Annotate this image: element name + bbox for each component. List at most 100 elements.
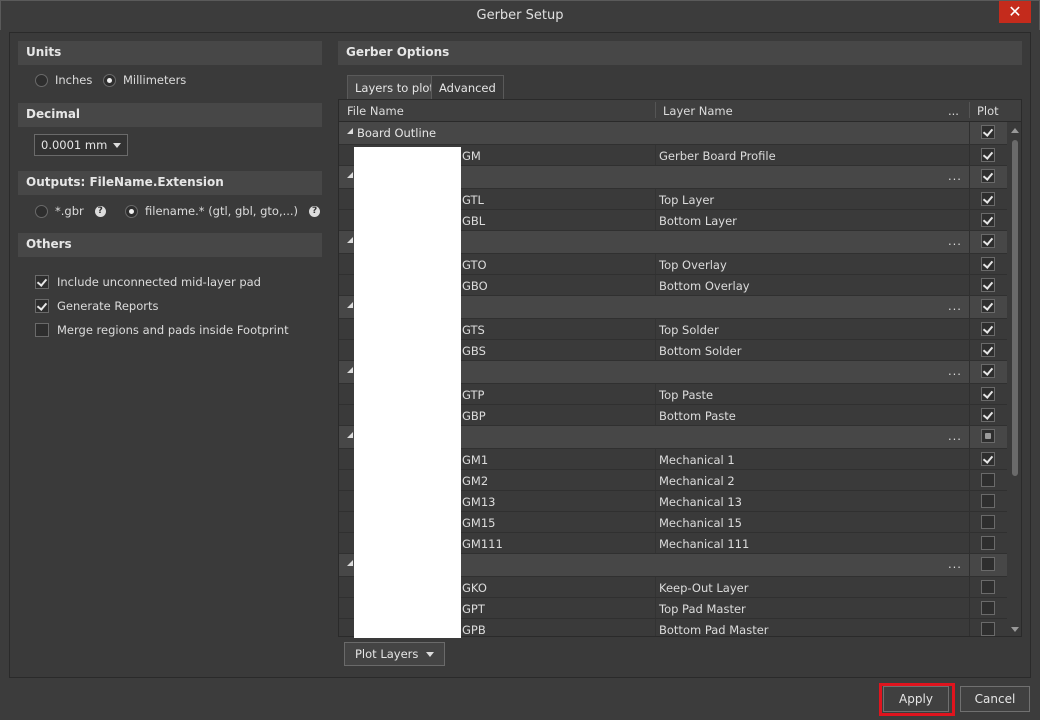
chevron-down-icon: [113, 142, 122, 148]
layer-name: Mechanical 111: [659, 537, 750, 551]
units-inches-radio[interactable]: Inches: [35, 73, 92, 87]
plot-checkbox[interactable]: [981, 387, 995, 401]
collapse-triangle-icon[interactable]: [347, 302, 353, 308]
cancel-button[interactable]: Cancel: [960, 686, 1030, 712]
layer-file-name: GBL: [462, 214, 486, 228]
dialog-body: Units Inches Millimeters Decimal 0.0001 …: [9, 32, 1031, 678]
output-filename-radio[interactable]: filename.* (gtl, gbl, gto,...) ?: [125, 204, 321, 218]
group-more[interactable]: ...: [948, 169, 962, 183]
output-gbr-radio[interactable]: *.gbr ?: [35, 204, 106, 218]
collapse-triangle-icon[interactable]: [347, 128, 353, 134]
column-divider: [655, 319, 656, 339]
plot-layers-button[interactable]: Plot Layers: [344, 642, 446, 666]
group-more[interactable]: ...: [948, 429, 962, 443]
column-file-name[interactable]: File Name: [347, 104, 404, 118]
group-plot-checkbox[interactable]: [981, 234, 995, 248]
units-header: Units: [18, 41, 322, 65]
column-divider: [969, 296, 970, 318]
include-unconnected-checkbox[interactable]: Include unconnected mid-layer pad: [35, 275, 261, 289]
tab-advanced[interactable]: Advanced: [431, 75, 504, 99]
collapse-triangle-icon[interactable]: [347, 172, 353, 178]
collapse-triangle-icon[interactable]: [347, 560, 353, 566]
group-more[interactable]: ...: [948, 234, 962, 248]
column-divider: [969, 275, 970, 295]
plot-checkbox[interactable]: [981, 343, 995, 357]
column-divider: [655, 577, 656, 597]
plot-checkbox[interactable]: [981, 473, 995, 487]
layer-file-name: GPT: [462, 602, 485, 616]
units-millimeters-radio[interactable]: Millimeters: [103, 73, 186, 87]
group-plot-checkbox[interactable]: [981, 429, 995, 443]
group-plot-checkbox[interactable]: [981, 125, 995, 139]
layer-file-name: GBO: [462, 279, 488, 293]
column-divider: [969, 166, 970, 188]
plot-checkbox[interactable]: [981, 257, 995, 271]
plot-checkbox[interactable]: [981, 278, 995, 292]
collapse-triangle-icon[interactable]: [347, 432, 353, 438]
column-divider: [969, 470, 970, 490]
layer-name: Top Paste: [659, 388, 714, 402]
vertical-scrollbar[interactable]: [1008, 122, 1021, 636]
column-divider: [655, 189, 656, 209]
column-more[interactable]: ...: [948, 104, 959, 118]
column-divider: [655, 384, 656, 404]
column-plot[interactable]: Plot: [977, 104, 999, 118]
group-plot-checkbox[interactable]: [981, 299, 995, 313]
group-plot-checkbox[interactable]: [981, 364, 995, 378]
plot-checkbox[interactable]: [981, 580, 995, 594]
plot-checkbox[interactable]: [981, 213, 995, 227]
plot-checkbox[interactable]: [981, 322, 995, 336]
layer-name: Bottom Layer: [659, 214, 737, 228]
gerber-options-header: Gerber Options: [338, 41, 1022, 65]
layer-name: Bottom Pad Master: [659, 623, 769, 637]
plot-checkbox[interactable]: [981, 408, 995, 422]
units-millimeters-label: Millimeters: [123, 73, 187, 87]
group-row[interactable]: Board Outline: [339, 122, 1007, 145]
help-icon[interactable]: ?: [309, 205, 321, 217]
grid-header: File Name Layer Name ... Plot: [339, 100, 1021, 122]
column-divider: [655, 449, 656, 469]
collapse-triangle-icon[interactable]: [347, 367, 353, 373]
tab-layers-to-plot[interactable]: Layers to plot: [347, 75, 442, 99]
column-divider: [969, 554, 970, 576]
group-more[interactable]: ...: [948, 364, 962, 378]
column-divider: [969, 491, 970, 511]
column-layer-name[interactable]: Layer Name: [663, 104, 733, 118]
apply-button[interactable]: Apply: [883, 686, 949, 712]
layer-name: Keep-Out Layer: [659, 581, 749, 595]
window-title: Gerber Setup: [476, 8, 564, 23]
scrollbar-thumb[interactable]: [1012, 140, 1018, 476]
plot-checkbox[interactable]: [981, 536, 995, 550]
plot-checkbox[interactable]: [981, 515, 995, 529]
group-plot-checkbox[interactable]: [981, 557, 995, 571]
generate-reports-checkbox[interactable]: Generate Reports: [35, 299, 158, 313]
column-divider: [655, 470, 656, 490]
column-divider: [969, 512, 970, 532]
close-icon[interactable]: ✕: [999, 1, 1031, 23]
scroll-down-icon[interactable]: [1011, 627, 1019, 632]
layer-file-name: GBP: [462, 409, 486, 423]
column-divider: [655, 254, 656, 274]
plot-checkbox[interactable]: [981, 494, 995, 508]
decimal-dropdown[interactable]: 0.0001 mm: [34, 134, 129, 156]
help-icon[interactable]: ?: [94, 205, 106, 217]
chevron-down-icon: [426, 651, 435, 657]
column-divider: [969, 533, 970, 553]
group-more[interactable]: ...: [948, 557, 962, 571]
merge-regions-checkbox[interactable]: Merge regions and pads inside Footprint: [35, 323, 289, 337]
plot-checkbox[interactable]: [981, 601, 995, 615]
decimal-header: Decimal: [18, 103, 322, 127]
layer-name: Mechanical 15: [659, 516, 742, 530]
others-header: Others: [18, 233, 322, 257]
group-plot-checkbox[interactable]: [981, 169, 995, 183]
decimal-value: 0.0001 mm: [41, 138, 108, 152]
layer-name: Mechanical 1: [659, 453, 735, 467]
scroll-up-icon[interactable]: [1011, 128, 1019, 133]
plot-checkbox[interactable]: [981, 452, 995, 466]
collapse-triangle-icon[interactable]: [347, 237, 353, 243]
plot-checkbox[interactable]: [981, 622, 995, 636]
group-more[interactable]: ...: [948, 299, 962, 313]
plot-checkbox[interactable]: [981, 148, 995, 162]
plot-checkbox[interactable]: [981, 192, 995, 206]
layer-name: Top Layer: [659, 193, 715, 207]
